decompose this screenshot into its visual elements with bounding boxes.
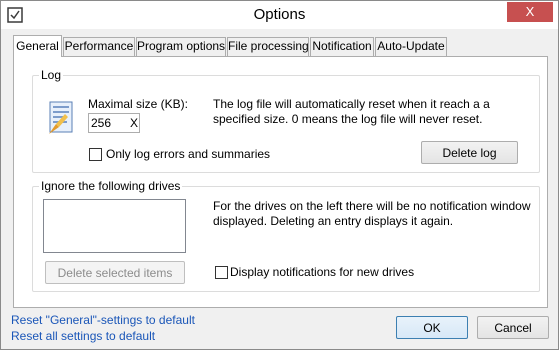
tab-general[interactable]: General <box>13 35 62 57</box>
tab-notification[interactable]: Notification <box>310 37 374 56</box>
log-group-legend: Log <box>39 68 64 82</box>
title-bar[interactable]: Options X <box>1 1 558 29</box>
ok-button[interactable]: OK <box>396 316 468 339</box>
ignore-drives-legend: Ignore the following drives <box>39 179 183 193</box>
general-tab-panel: Log Maximal size (KB): X The log file wi… <box>13 56 548 308</box>
ignored-drives-list[interactable] <box>43 199 186 253</box>
log-file-icon <box>47 100 75 136</box>
close-button[interactable]: X <box>507 2 553 22</box>
close-icon: X <box>525 4 535 19</box>
tab-program-options[interactable]: Program options <box>136 37 226 56</box>
clear-max-size-icon[interactable]: X <box>130 116 138 130</box>
tab-file-processing[interactable]: File processing <box>227 37 309 56</box>
only-log-errors-checkbox[interactable] <box>89 148 102 161</box>
display-notifications-label: Display notifications for new drives <box>230 265 415 279</box>
reset-all-link[interactable]: Reset all settings to default <box>11 329 155 343</box>
tab-performance[interactable]: Performance <box>63 37 135 56</box>
tab-auto-update[interactable]: Auto-Update <box>375 37 447 56</box>
ignore-drives-group: Ignore the following drives For the driv… <box>32 179 540 292</box>
max-size-label: Maximal size (KB): <box>88 97 189 111</box>
log-group: Log Maximal size (KB): X The log file wi… <box>32 68 540 173</box>
cancel-button[interactable]: Cancel <box>477 316 549 339</box>
reset-general-link[interactable]: Reset "General"-settings to default <box>11 313 195 327</box>
log-description: The log file will automatically reset wh… <box>213 97 490 126</box>
only-log-errors-label: Only log errors and summaries <box>106 147 271 161</box>
window-title: Options <box>253 6 306 23</box>
drives-description: For the drives on the left there will be… <box>213 199 531 228</box>
options-window: Options X General Performance Program op… <box>0 0 559 350</box>
display-notifications-checkbox[interactable] <box>215 266 228 279</box>
delete-log-button[interactable]: Delete log <box>421 141 518 164</box>
delete-selected-items-button[interactable]: Delete selected items <box>45 261 185 284</box>
